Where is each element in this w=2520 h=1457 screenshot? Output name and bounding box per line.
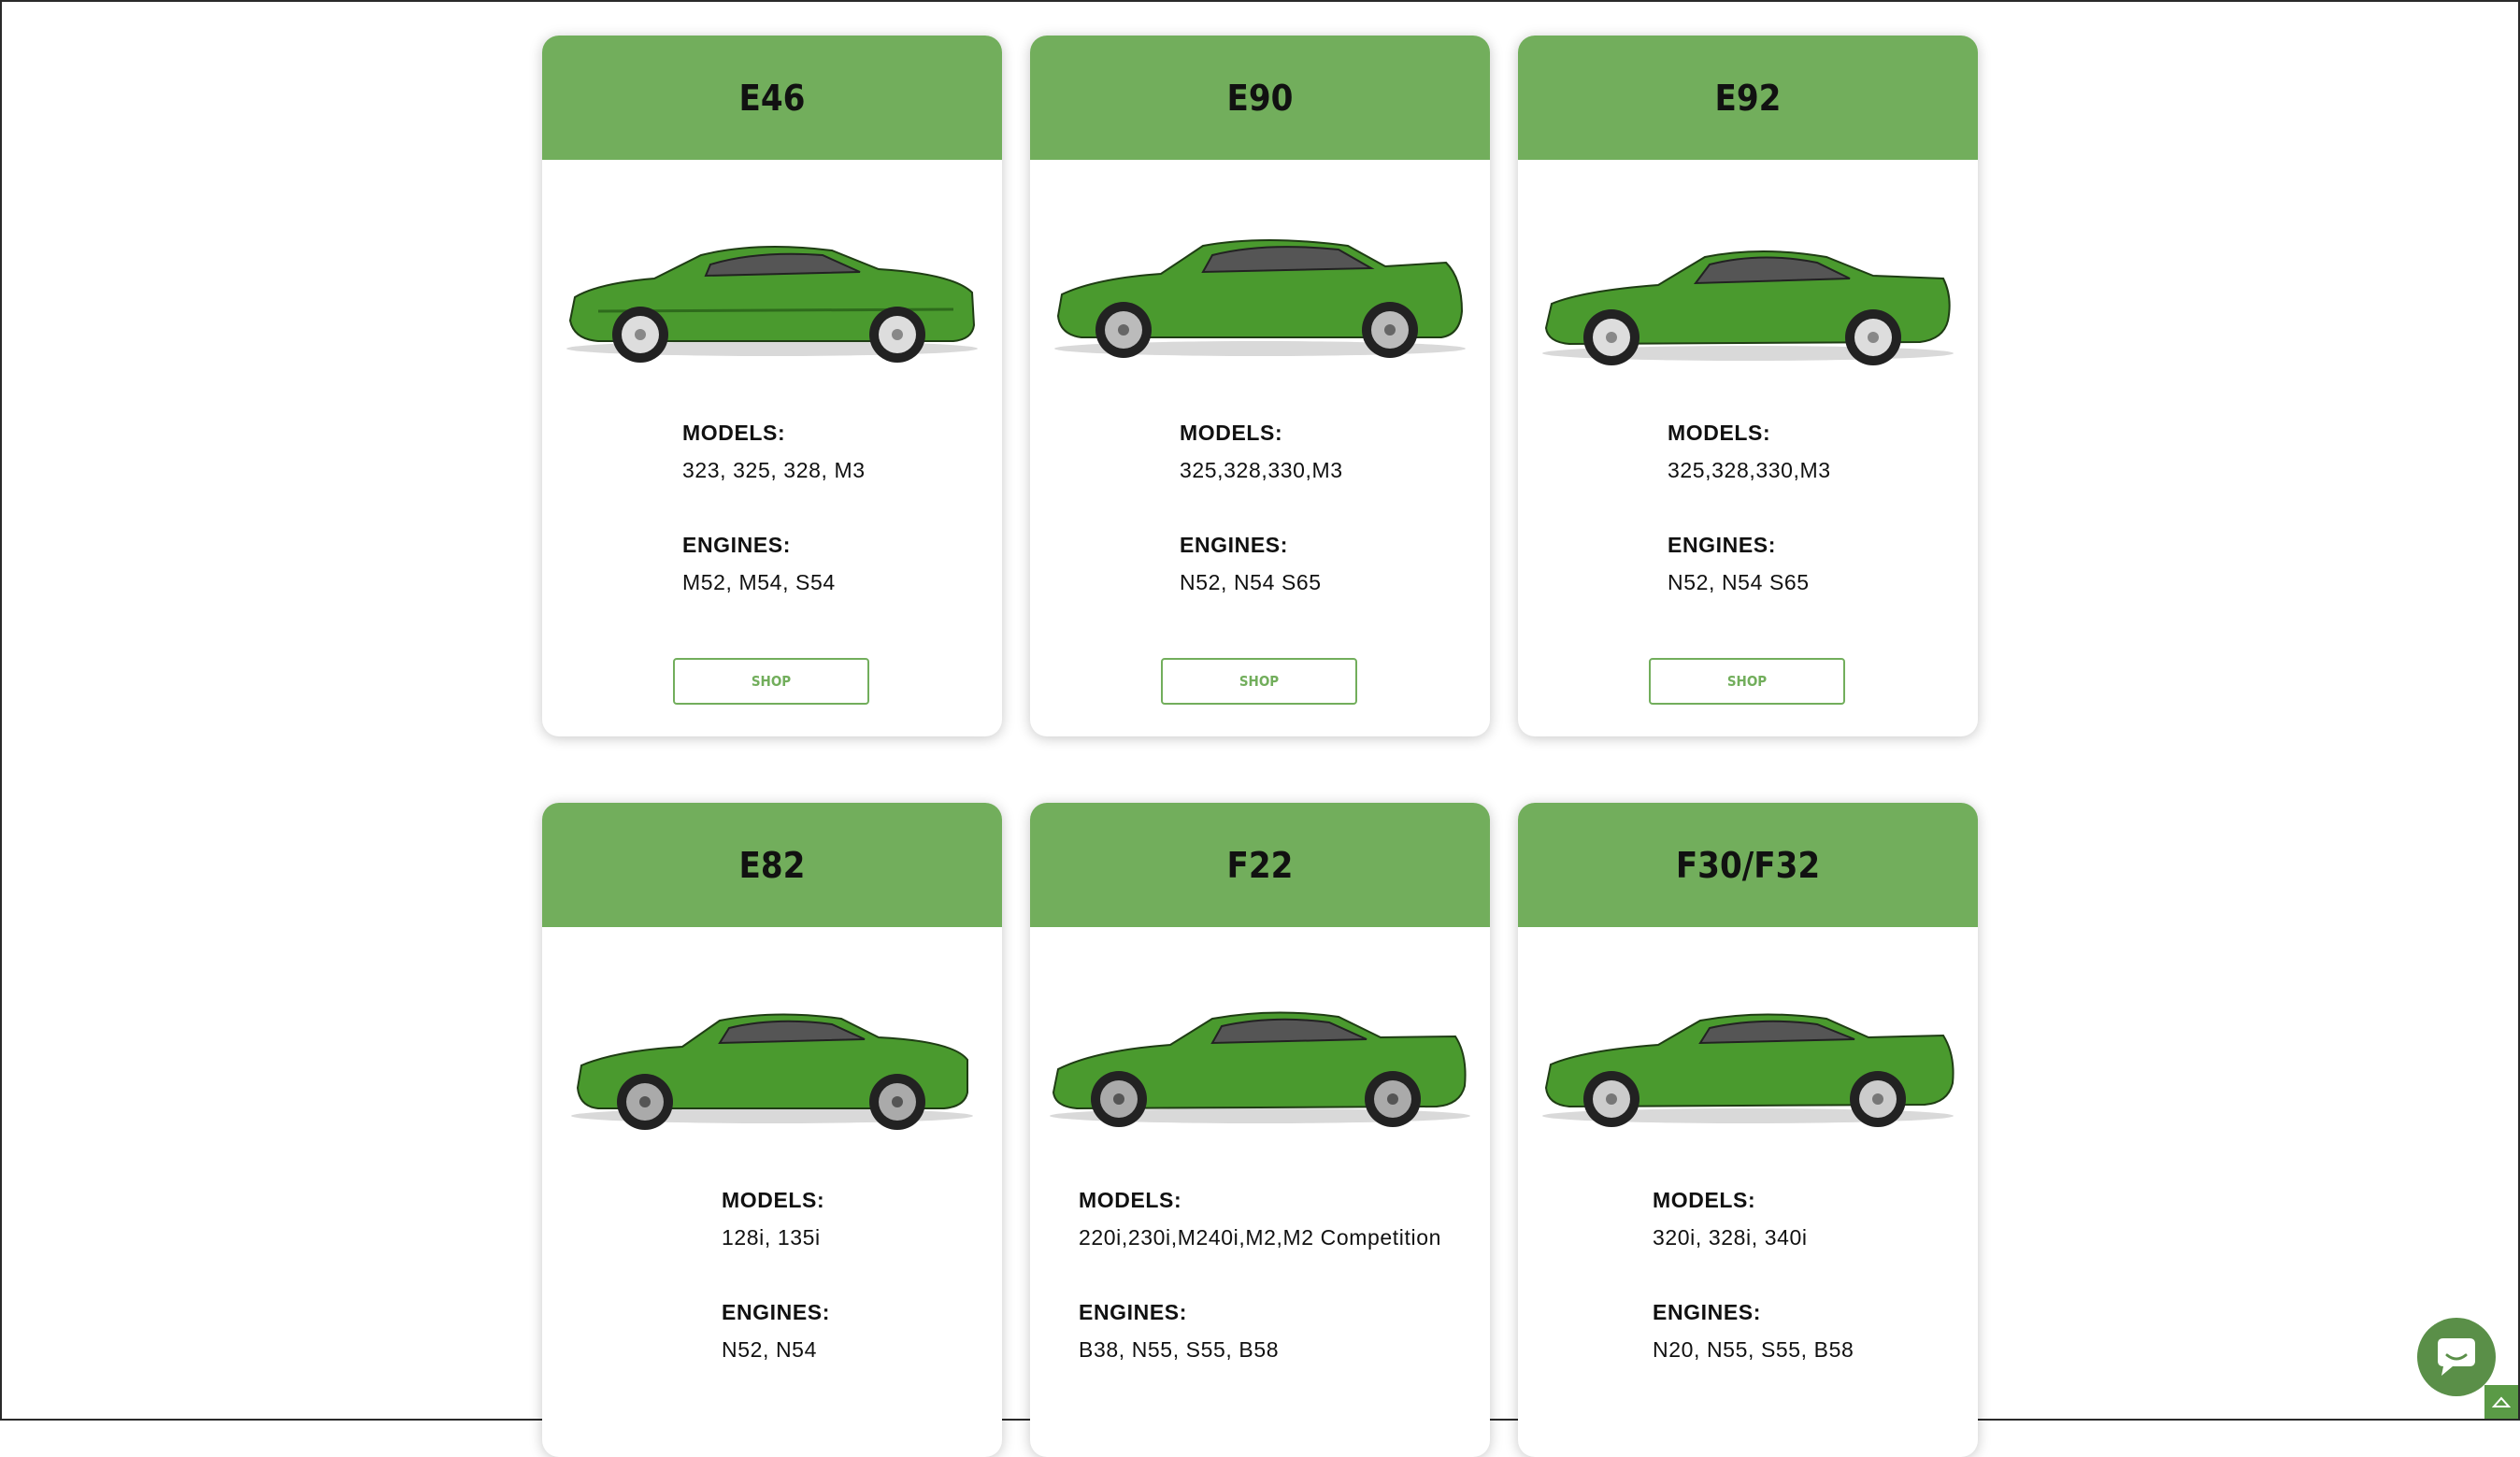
engines-label: ENGINES: <box>722 1300 830 1324</box>
car-illustration <box>1050 1011 1470 1127</box>
card-info: MODELS: 325,328,330,M3 ENGINES: N52, N54… <box>1668 421 1831 645</box>
engines-label: ENGINES: <box>1668 533 1776 557</box>
card-header: E92 <box>1518 36 1978 160</box>
engines-value: N20, N55, S55, B58 <box>1653 1337 1854 1362</box>
car-illustration <box>1054 239 1466 358</box>
models-value: 220i,230i,M240i,M2,M2 Competition <box>1079 1225 1441 1250</box>
chevron-up-icon <box>2492 1396 2511 1407</box>
models-value: 323, 325, 328, M3 <box>682 458 866 482</box>
models-label: MODELS: <box>1180 421 1283 445</box>
model-card-f22: F22 MODELS: 220i,230i,M240i,M2,M2 Compet… <box>1030 803 1490 1457</box>
shop-button[interactable]: SHOP <box>673 658 869 705</box>
car-illustration <box>566 246 978 363</box>
card-header: F30/F32 <box>1518 803 1978 927</box>
engines-value: M52, M54, S54 <box>682 570 836 594</box>
car-illustration <box>571 1013 973 1130</box>
card-title: E92 <box>1714 77 1782 119</box>
car-illustration <box>1542 250 1954 365</box>
engines-label: ENGINES: <box>682 533 791 557</box>
engines-value: B38, N55, S55, B58 <box>1079 1337 1280 1362</box>
model-card-e46: E46 MODELS: 323, 325, 328, M3 ENGINES: M… <box>542 36 1002 736</box>
card-header: E90 <box>1030 36 1490 160</box>
card-header: E82 <box>542 803 1002 927</box>
models-label: MODELS: <box>1653 1188 1756 1212</box>
engines-value: N52, N54 S65 <box>1180 570 1322 594</box>
card-info: MODELS: 323, 325, 328, M3 ENGINES: M52, … <box>682 421 866 645</box>
card-info: MODELS: 320i, 328i, 340i ENGINES: N20, N… <box>1653 1188 1854 1412</box>
models-value: 325,328,330,M3 <box>1180 458 1343 482</box>
engines-value: N52, N54 S65 <box>1668 570 1810 594</box>
car-illustration <box>1542 1013 1954 1127</box>
model-card-f30-f32: F30/F32 MODELS: 320i, 328i, 340i ENGINES… <box>1518 803 1978 1457</box>
card-info: MODELS: 220i,230i,M240i,M2,M2 Competitio… <box>1079 1188 1441 1412</box>
models-value: 325,328,330,M3 <box>1668 458 1831 482</box>
engines-label: ENGINES: <box>1079 1300 1187 1324</box>
models-label: MODELS: <box>682 421 786 445</box>
models-value: 128i, 135i <box>722 1225 821 1250</box>
engines-label: ENGINES: <box>1653 1300 1761 1324</box>
model-card-e90: E90 MODELS: 325,328,330,M3 ENGINES: N52,… <box>1030 36 1490 736</box>
card-title: E90 <box>1226 77 1294 119</box>
card-title: F30/F32 <box>1675 844 1821 886</box>
chat-bubble-icon <box>2438 1338 2475 1376</box>
shop-button[interactable]: SHOP <box>1161 658 1357 705</box>
back-to-top-button[interactable] <box>2484 1385 2518 1419</box>
model-card-e92: E92 MODELS: 325,328,330,M3 ENGINES: N52,… <box>1518 36 1978 736</box>
models-label: MODELS: <box>1668 421 1771 445</box>
engines-label: ENGINES: <box>1180 533 1288 557</box>
models-label: MODELS: <box>1079 1188 1182 1212</box>
model-card-e82: E82 MODELS: 128i, 135i ENGINES: N52, N54 <box>542 803 1002 1457</box>
card-info: MODELS: 128i, 135i ENGINES: N52, N54 <box>722 1188 830 1412</box>
models-label: MODELS: <box>722 1188 825 1212</box>
card-title: E82 <box>738 844 806 886</box>
card-title: F22 <box>1226 844 1294 886</box>
card-title: E46 <box>738 77 806 119</box>
engines-value: N52, N54 <box>722 1337 817 1362</box>
card-header: E46 <box>542 36 1002 160</box>
shop-button[interactable]: SHOP <box>1649 658 1845 705</box>
card-header: F22 <box>1030 803 1490 927</box>
card-info: MODELS: 325,328,330,M3 ENGINES: N52, N54… <box>1180 421 1343 645</box>
models-value: 320i, 328i, 340i <box>1653 1225 1808 1250</box>
